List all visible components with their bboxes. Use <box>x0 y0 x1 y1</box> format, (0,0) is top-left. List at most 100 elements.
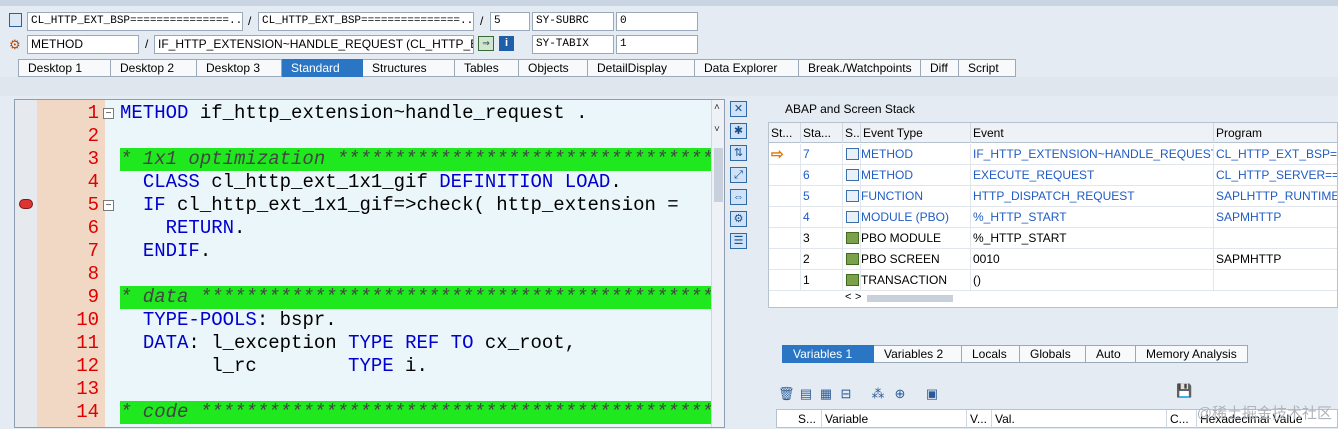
tab-desktop-3[interactable]: Desktop 3 <box>197 59 282 77</box>
tree-icon[interactable]: ⁂ <box>870 386 886 402</box>
tab-structures[interactable]: Structures <box>363 59 455 77</box>
sysvar-value-2[interactable]: 1 <box>616 35 698 54</box>
code-line[interactable]: 14 * code *******************************… <box>15 401 724 424</box>
stack-row[interactable]: 4 MODULE (PBO) %_HTTP_START SAPMHTTP <box>769 207 1337 228</box>
stack-col-header[interactable]: Event <box>971 123 1214 143</box>
method-name-field[interactable]: IF_HTTP_EXTENSION~HANDLE_REQUEST (CL_HTT… <box>154 35 474 54</box>
stack-row[interactable]: 2 PBO SCREEN 0010 SAPMHTTP <box>769 249 1337 270</box>
code-line[interactable]: 7 ENDIF. <box>15 240 724 263</box>
variables-col-header[interactable]: Val. <box>992 410 1167 429</box>
folder-icon[interactable]: ▣ <box>924 386 940 402</box>
code-line[interactable]: 1 METHOD if_http_extension~handle_request… <box>15 102 724 125</box>
stack-event: %_HTTP_START <box>971 207 1214 228</box>
tab-data-explorer[interactable]: Data Explorer <box>695 59 799 77</box>
new-tool-icon[interactable]: ✱ <box>730 123 747 139</box>
hscroll-thumb[interactable] <box>867 295 953 302</box>
sysvar-label-2[interactable]: SY-TABIX <box>532 35 614 54</box>
swap-tool-icon[interactable]: ⇅ <box>730 145 747 161</box>
stack-col-header[interactable]: St... <box>769 123 801 143</box>
code-text: * data *********************************… <box>120 286 724 309</box>
sysvar-label-1[interactable]: SY-SUBRC <box>532 12 614 31</box>
stack-row[interactable]: 5 FUNCTION HTTP_DISPATCH_REQUEST SAPLHTTP_R… <box>769 186 1337 207</box>
include-field[interactable]: CL_HTTP_EXT_BSP===============... <box>258 12 474 31</box>
services-icon[interactable]: ⚙ <box>730 211 747 227</box>
info-icon[interactable]: i <box>499 36 514 51</box>
resize-icon[interactable]: ⇔ <box>730 189 747 205</box>
code-line[interactable]: 13 <box>15 378 724 401</box>
stack-col-header[interactable]: Program <box>1214 123 1337 143</box>
event-type-label: TRANSACTION <box>861 273 948 287</box>
stack-col-header[interactable]: S... <box>843 123 861 143</box>
filter-icon[interactable]: ⊕ <box>892 386 908 402</box>
program-field[interactable]: CL_HTTP_EXT_BSP===============... <box>27 12 243 31</box>
tab-detaildisplay[interactable]: DetailDisplay <box>588 59 695 77</box>
vtab-locals[interactable]: Locals <box>962 345 1020 363</box>
insert-icon[interactable]: ▤ <box>798 386 814 402</box>
editor-scrollbar[interactable]: ˄ ˅ <box>711 100 724 427</box>
stack-col-header[interactable]: Event Type <box>861 123 971 143</box>
save-icon[interactable]: 💾 <box>1176 383 1192 399</box>
navigate-icon[interactable]: ⇒ <box>478 36 494 51</box>
source-code-editor[interactable]: 1 METHOD if_http_extension~handle_request… <box>14 99 725 428</box>
stack-col-header[interactable]: Sta... <box>801 123 843 143</box>
variables-col-header[interactable]: Variable <box>822 410 967 429</box>
copy-icon[interactable]: ▦ <box>818 386 834 402</box>
code-line[interactable]: 11 DATA: l_exception TYPE REF TO cx_root… <box>15 332 724 355</box>
tab-standard[interactable]: Standard <box>282 59 363 77</box>
stack-row[interactable]: 6 METHOD EXECUTE_REQUESTCL_HTTP_SERVER====… <box>769 165 1337 186</box>
tab-objects[interactable]: Objects <box>519 59 588 77</box>
chevron-right-icon[interactable]: > <box>855 291 861 303</box>
vtab-memory-analysis[interactable]: Memory Analysis <box>1136 345 1248 363</box>
code-line[interactable]: 10 TYPE-POOLS: bspr. <box>15 309 724 332</box>
delete-row-icon[interactable]: ⊟ <box>838 386 854 402</box>
fold-toggle[interactable]: − <box>103 200 114 211</box>
stack-row[interactable]: 3 PBO MODULE %_HTTP_START <box>769 228 1337 249</box>
tab-desktop-1[interactable]: Desktop 1 <box>18 59 111 77</box>
chevron-up-icon[interactable]: ˄ <box>714 102 720 113</box>
stack-event-type: TRANSACTION <box>843 270 971 291</box>
line-number: 14 <box>76 401 99 423</box>
scroll-thumb[interactable] <box>714 148 723 202</box>
code-text: l_rc TYPE i. <box>120 355 428 378</box>
code-line[interactable]: 3 * 1x1 optimization ********************… <box>15 148 724 171</box>
chevron-down-icon[interactable]: ˅ <box>714 124 720 135</box>
code-text: * 1x1 optimization *********************… <box>120 148 724 171</box>
trash-icon[interactable]: 🗑 <box>778 386 795 402</box>
code-line[interactable]: 5 IF cl_http_ext_1x1_gif=>check( http_ex… <box>15 194 724 217</box>
separator: / <box>145 37 149 51</box>
settings-icon[interactable]: ☰ <box>730 233 747 249</box>
code-line[interactable]: 4 CLASS cl_http_ext_1x1_gif DEFINITION L… <box>15 171 724 194</box>
code-line[interactable]: 8 <box>15 263 724 286</box>
line-number-field[interactable]: 5 <box>490 12 530 31</box>
tab-break-watchpoints[interactable]: Break./Watchpoints <box>799 59 921 77</box>
variables-col-header[interactable]: C... <box>1167 410 1197 429</box>
sysvar-value-1[interactable]: 0 <box>616 12 698 31</box>
code-text: IF cl_http_ext_1x1_gif=>check( http_exte… <box>120 194 690 217</box>
stack-program: CL_HTTP_EXT_BSP==== <box>1214 144 1337 165</box>
vtab-auto[interactable]: Auto <box>1086 345 1136 363</box>
vtab-globals[interactable]: Globals <box>1020 345 1086 363</box>
variables-col-header[interactable]: S... <box>795 410 822 429</box>
vtab-variables-1[interactable]: Variables 1 <box>782 345 874 363</box>
code-line[interactable]: 2 <box>15 125 724 148</box>
vtab-variables-2[interactable]: Variables 2 <box>874 345 962 363</box>
stack-row[interactable]: 1 TRANSACTION () <box>769 270 1337 291</box>
variables-col-header[interactable]: V... <box>967 410 992 429</box>
tab-diff[interactable]: Diff <box>921 59 959 77</box>
stack-hscroll[interactable]: < > <box>845 291 1025 305</box>
tab-script[interactable]: Script <box>959 59 1016 77</box>
tab-desktop-2[interactable]: Desktop 2 <box>111 59 197 77</box>
code-line[interactable]: 6 RETURN. <box>15 217 724 240</box>
object-type-field[interactable]: METHOD <box>27 35 139 54</box>
program-icon <box>9 13 22 27</box>
close-icon[interactable]: ✕ <box>730 101 747 117</box>
code-line[interactable]: 12 l_rc TYPE i. <box>15 355 724 378</box>
code-line[interactable]: 9 * data ********************************… <box>15 286 724 309</box>
maximize-icon[interactable]: ⤢ <box>730 167 747 183</box>
tab-tables[interactable]: Tables <box>455 59 519 77</box>
chevron-left-icon[interactable]: < <box>845 291 851 303</box>
fold-toggle[interactable]: − <box>103 108 114 119</box>
stack-header: St...Sta...S...Event TypeEventProgram <box>769 123 1337 143</box>
stack-row[interactable]: ⇨ 7 METHOD IF_HTTP_EXTENSION~HANDLE_REQUEST… <box>769 144 1337 165</box>
